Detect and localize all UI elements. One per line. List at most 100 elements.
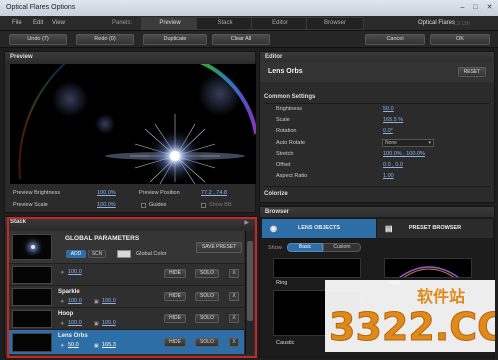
rotation-value[interactable]: 0.0° bbox=[383, 128, 393, 134]
layer-brightness[interactable]: 100.0 bbox=[68, 269, 82, 275]
layer-thumbnail bbox=[12, 288, 52, 306]
auto-rotate-select[interactable]: None ▾ bbox=[382, 139, 434, 147]
brightness-value[interactable]: 50.0 bbox=[383, 106, 394, 112]
preset-browser-label: PRESET BROWSER bbox=[408, 225, 462, 231]
minimize-icon[interactable]: – bbox=[457, 3, 468, 13]
layer-brightness[interactable]: 100.0 bbox=[68, 320, 82, 326]
window-title: Optical Flares Options bbox=[6, 4, 76, 11]
preview-viewport[interactable] bbox=[10, 64, 256, 184]
layer-brightness[interactable]: 100.0 bbox=[68, 298, 82, 304]
layer-name: Sparkle bbox=[58, 289, 80, 295]
cancel-button[interactable]: Cancel bbox=[365, 34, 425, 45]
aspect-ratio-label: Aspect Ratio bbox=[276, 173, 308, 179]
solo-button[interactable]: SOLO bbox=[195, 269, 219, 278]
clear-all-button[interactable]: Clear All bbox=[212, 34, 270, 45]
custom-filter-button[interactable]: Custom bbox=[323, 243, 361, 252]
tab-browser[interactable]: Browser bbox=[306, 17, 364, 30]
hide-button[interactable]: HIDE bbox=[164, 269, 186, 278]
global-color-swatch[interactable] bbox=[117, 250, 131, 258]
scale-icon: ▣ bbox=[94, 343, 99, 349]
delete-layer-button[interactable]: X bbox=[229, 292, 239, 301]
hide-button[interactable]: HIDE bbox=[164, 292, 186, 301]
scale-icon: ▣ bbox=[94, 321, 99, 327]
delete-layer-button[interactable]: X bbox=[229, 338, 239, 347]
hide-button[interactable]: HIDE bbox=[164, 314, 186, 323]
browser-item-ring-thumb[interactable] bbox=[273, 258, 361, 278]
solo-button[interactable]: SOLO bbox=[195, 314, 219, 323]
show-bb-checkbox[interactable] bbox=[201, 203, 206, 208]
redo-button[interactable]: Redo (0) bbox=[76, 34, 134, 45]
stretch-value[interactable]: 100.0% , 100.0% bbox=[383, 151, 425, 157]
save-preset-button[interactable]: SAVE PRESET bbox=[196, 242, 242, 253]
auto-rotate-label: Auto Rotate bbox=[276, 140, 306, 146]
tab-editor[interactable]: Editor bbox=[251, 17, 309, 30]
layer-name: Hoop bbox=[58, 311, 74, 317]
tab-preset-browser[interactable]: ▤ PRESET BROWSER bbox=[377, 219, 493, 238]
stack-row[interactable]: Sparkle ☀ 100.0 ▣ 100.0 HIDE SOLO X bbox=[8, 285, 244, 307]
scale-icon: ▣ bbox=[94, 299, 99, 305]
layer-scale[interactable]: 165.3 bbox=[102, 342, 116, 348]
editor-header: Lens Orbs RESET bbox=[260, 62, 494, 82]
menu-file[interactable]: File bbox=[12, 20, 22, 26]
layer-scale[interactable]: 100.0 bbox=[102, 320, 116, 326]
menu-view[interactable]: View bbox=[52, 20, 65, 26]
preview-scale-value[interactable]: 100.0% bbox=[97, 202, 116, 208]
preview-position-label: Preview Position bbox=[139, 190, 180, 196]
preview-panel: Preview Preview Brightness 100.0% Previe… bbox=[4, 51, 256, 213]
colorize-title: Colorize bbox=[264, 191, 288, 197]
tab-lens-objects[interactable]: ◉ LENS OBJECTS bbox=[262, 219, 376, 238]
guides-label: Guides bbox=[149, 202, 167, 208]
menu-edit[interactable]: Edit bbox=[33, 20, 43, 26]
stack-scrollbar[interactable] bbox=[245, 231, 253, 354]
title-bar: Optical Flares Options – □ ✕ bbox=[0, 0, 498, 16]
add-mode-button[interactable]: ADD bbox=[66, 250, 86, 258]
divider bbox=[264, 103, 490, 104]
global-parameters-title: GLOBAL PARAMETERS bbox=[65, 235, 140, 242]
basic-filter-button[interactable]: Basic bbox=[287, 243, 323, 252]
layer-brightness[interactable]: 50.0 bbox=[68, 342, 79, 348]
preview-brightness-value[interactable]: 100.0% bbox=[97, 190, 116, 196]
undo-button[interactable]: Undo (7) bbox=[9, 34, 67, 45]
brightness-icon: ☀ bbox=[60, 321, 65, 327]
hide-button[interactable]: HIDE bbox=[164, 338, 186, 347]
offset-value[interactable]: 0.0 , 0.0 bbox=[383, 162, 403, 168]
solo-button[interactable]: SOLO bbox=[195, 338, 219, 347]
preview-panel-title: Preview bbox=[5, 52, 255, 62]
global-parameters: GLOBAL PARAMETERS ADD SCN Global Color S… bbox=[8, 231, 244, 263]
toolbar: Undo (7) Redo (0) Duplicate Clear All Ca… bbox=[0, 31, 498, 48]
screen-mode-button[interactable]: SCN bbox=[88, 250, 106, 258]
menu-bar: File Edit View Panels: Preview Stack Edi… bbox=[0, 16, 498, 31]
browser-item-ring-label: Ring bbox=[276, 280, 288, 286]
layer-thumbnail bbox=[12, 310, 52, 328]
preview-brightness-label: Preview Brightness bbox=[13, 190, 61, 196]
panels-label: Panels: bbox=[112, 20, 133, 26]
maximize-icon[interactable]: □ bbox=[470, 3, 481, 13]
browser-item-caustic-thumb[interactable] bbox=[273, 290, 361, 336]
editor-lens-name: Lens Orbs bbox=[268, 68, 303, 75]
stack-row[interactable]: ☀ 100.0 HIDE SOLO X bbox=[8, 263, 244, 285]
scrollbar-thumb[interactable] bbox=[247, 241, 253, 321]
delete-layer-button[interactable]: X bbox=[229, 269, 239, 278]
lens-objects-icon: ◉ bbox=[270, 224, 277, 233]
tab-stack[interactable]: Stack bbox=[196, 17, 254, 30]
aspect-ratio-value[interactable]: 1.00 bbox=[383, 173, 394, 179]
preview-position-value[interactable]: 77.2 , 74.8 bbox=[201, 190, 227, 196]
brightness-label: Brightness bbox=[276, 106, 302, 112]
delete-layer-button[interactable]: X bbox=[229, 314, 239, 323]
guides-checkbox[interactable] bbox=[141, 203, 146, 208]
layer-scale[interactable]: 100.0 bbox=[102, 298, 116, 304]
global-color-label: Global Color bbox=[136, 251, 167, 257]
duplicate-button[interactable]: Duplicate bbox=[143, 34, 207, 45]
solo-button[interactable]: SOLO bbox=[195, 292, 219, 301]
reset-button[interactable]: RESET bbox=[458, 67, 486, 77]
close-icon[interactable]: ✕ bbox=[484, 3, 495, 13]
brightness-icon: ☀ bbox=[60, 299, 65, 305]
stack-row-selected[interactable]: Lens Orbs ☀ 50.0 ▣ 165.3 HIDE SOLO X bbox=[8, 329, 244, 354]
scale-value[interactable]: 165.5 % bbox=[383, 117, 403, 123]
stack-row[interactable]: Hoop ☀ 100.0 ▣ 100.0 HIDE SOLO X bbox=[8, 307, 244, 329]
show-label: Show bbox=[268, 245, 282, 251]
tab-preview[interactable]: Preview bbox=[141, 17, 199, 30]
stack-expand-icon[interactable]: ▶ bbox=[244, 219, 249, 226]
ok-button[interactable]: OK bbox=[430, 34, 490, 45]
browser-item-hoop-thumb[interactable] bbox=[384, 258, 472, 278]
